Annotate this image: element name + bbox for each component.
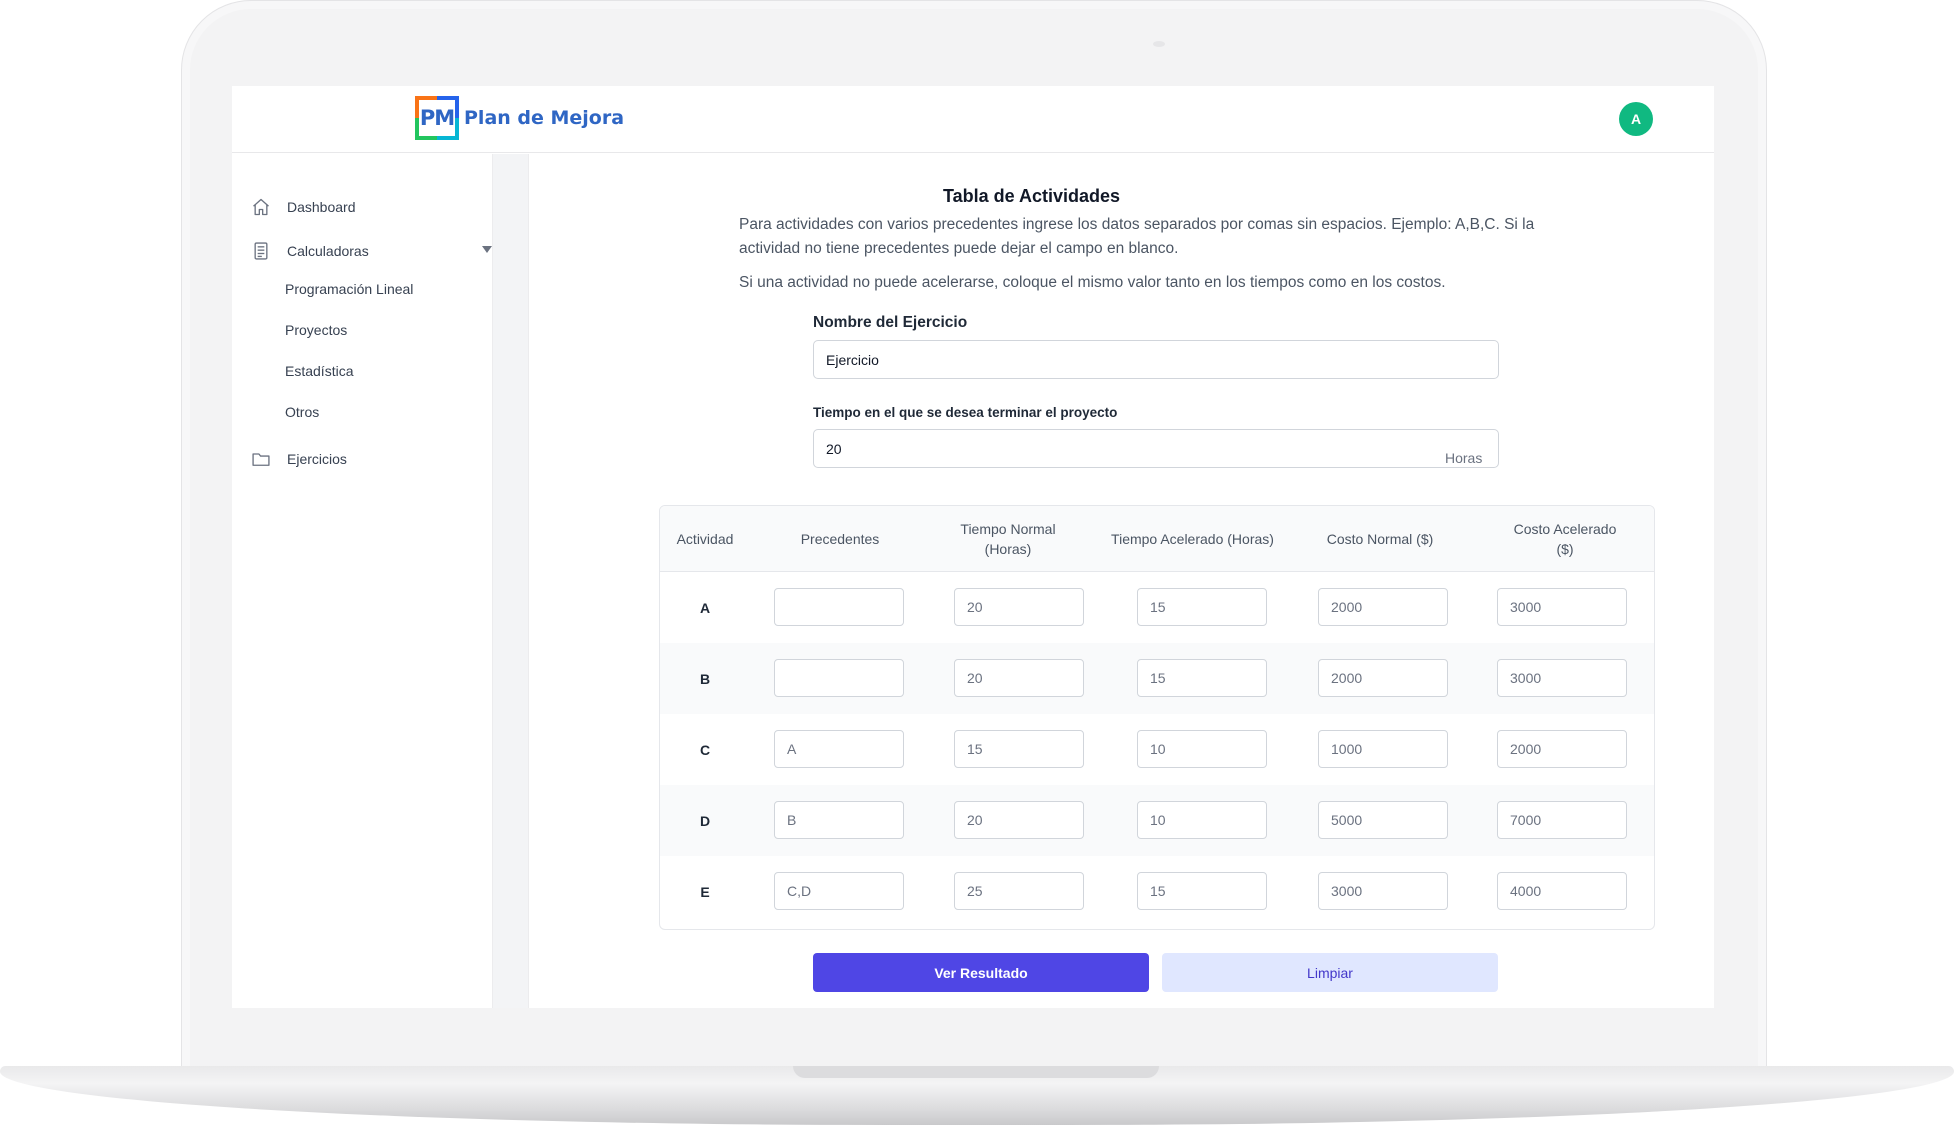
precedentes-input[interactable] [774, 659, 904, 697]
column-header-tiempo-acelerado: Tiempo Acelerado (Horas) [1111, 531, 1274, 547]
user-avatar[interactable]: A [1619, 102, 1653, 136]
target-time-input[interactable] [813, 429, 1499, 468]
table-row: A [660, 572, 1654, 643]
brand-logo[interactable]: PM Plan de Mejora [415, 96, 624, 140]
sidebar-subitem-proyectos[interactable]: Proyectos [285, 322, 347, 338]
camera-dot [1153, 41, 1165, 47]
limpiar-button[interactable]: Limpiar [1162, 953, 1498, 992]
costo-normal-input[interactable] [1318, 872, 1448, 910]
sidebar-item-calculadoras[interactable]: Calculadoras [250, 238, 492, 264]
costo-acelerado-input[interactable] [1497, 872, 1627, 910]
tiempo-normal-input[interactable] [954, 730, 1084, 768]
tiempo-acelerado-input[interactable] [1137, 659, 1267, 697]
table-header: Actividad Precedentes Tiempo Normal (Hor… [660, 506, 1654, 572]
sidebar: Dashboard Calculadoras Programación Line… [232, 154, 492, 1008]
sidebar-item-label: Dashboard [287, 199, 356, 215]
column-header-precedentes: Precedentes [800, 531, 880, 547]
costo-normal-input[interactable] [1318, 801, 1448, 839]
precedentes-input[interactable] [774, 730, 904, 768]
costo-acelerado-input[interactable] [1497, 588, 1627, 626]
costo-acelerado-input[interactable] [1497, 659, 1627, 697]
precedentes-input[interactable] [774, 588, 904, 626]
tiempo-normal-input[interactable] [954, 801, 1084, 839]
sidebar-subitem-programacion-lineal[interactable]: Programación Lineal [285, 281, 413, 297]
sidebar-item-dashboard[interactable]: Dashboard [250, 194, 356, 220]
table-row: B [660, 643, 1654, 714]
sidebar-subitem-estadistica[interactable]: Estadística [285, 363, 353, 379]
sidebar-item-label: Ejercicios [287, 451, 347, 467]
activity-label: C [699, 741, 711, 758]
precedentes-input[interactable] [774, 872, 904, 910]
costo-acelerado-input[interactable] [1497, 801, 1627, 839]
calculator-icon [250, 240, 272, 262]
sidebar-item-label: Calculadoras [287, 243, 369, 259]
activity-label: B [699, 670, 711, 687]
column-header-actividad: Actividad [676, 531, 734, 547]
tiempo-normal-input[interactable] [954, 659, 1084, 697]
sidebar-subitem-otros[interactable]: Otros [285, 404, 319, 420]
exercise-name-label: Nombre del Ejercicio [813, 314, 968, 331]
instructions-precedentes: Para actividades con varios precedentes … [739, 216, 1535, 257]
activity-label: A [699, 599, 711, 616]
activities-table: Actividad Precedentes Tiempo Normal (Hor… [659, 505, 1655, 930]
instructions-aceleracion: Si una actividad no puede acelerarse, co… [739, 274, 1446, 291]
logo-mark: PM [415, 96, 459, 140]
costo-acelerado-input[interactable] [1497, 730, 1627, 768]
home-icon [250, 196, 272, 218]
target-time-label: Tiempo en el que se desea terminar el pr… [813, 405, 1118, 420]
table-row: D [660, 785, 1654, 856]
top-bar: PM Plan de Mejora A [232, 86, 1714, 153]
tiempo-normal-input[interactable] [954, 872, 1084, 910]
column-header-costo-normal: Costo Normal ($) [1326, 531, 1434, 547]
costo-normal-input[interactable] [1318, 659, 1448, 697]
costo-normal-input[interactable] [1318, 588, 1448, 626]
app-screen: PM Plan de Mejora A Dashboard Calculador… [232, 86, 1714, 1008]
logo-mark-text: PM [419, 106, 455, 130]
sidebar-item-ejercicios[interactable]: Ejercicios [250, 446, 347, 472]
activity-label: E [700, 883, 710, 900]
exercise-name-input[interactable] [813, 340, 1499, 379]
brand-name: Plan de Mejora [464, 107, 625, 129]
costo-normal-input[interactable] [1318, 730, 1448, 768]
folder-icon [250, 448, 272, 470]
target-time-suffix: Horas [1445, 450, 1483, 466]
tiempo-normal-input[interactable] [954, 588, 1084, 626]
column-header-tiempo-normal: Tiempo Normal (Horas) [960, 521, 1056, 557]
tiempo-acelerado-input[interactable] [1137, 730, 1267, 768]
tiempo-acelerado-input[interactable] [1137, 872, 1267, 910]
ver-resultado-button[interactable]: Ver Resultado [813, 953, 1149, 992]
table-row: C [660, 714, 1654, 785]
page-title: Tabla de Actividades [942, 186, 1121, 206]
precedentes-input[interactable] [774, 801, 904, 839]
table-row: E [660, 856, 1654, 927]
chevron-down-icon[interactable] [482, 246, 492, 253]
tiempo-acelerado-input[interactable] [1137, 801, 1267, 839]
laptop-notch [793, 1066, 1159, 1078]
content-gutter [492, 154, 529, 1008]
activity-label: D [699, 812, 711, 829]
column-header-costo-acelerado: Costo Acelerado ($) [1513, 521, 1617, 557]
main-content: Tabla de Actividades Para actividades co… [529, 154, 1714, 1008]
tiempo-acelerado-input[interactable] [1137, 588, 1267, 626]
